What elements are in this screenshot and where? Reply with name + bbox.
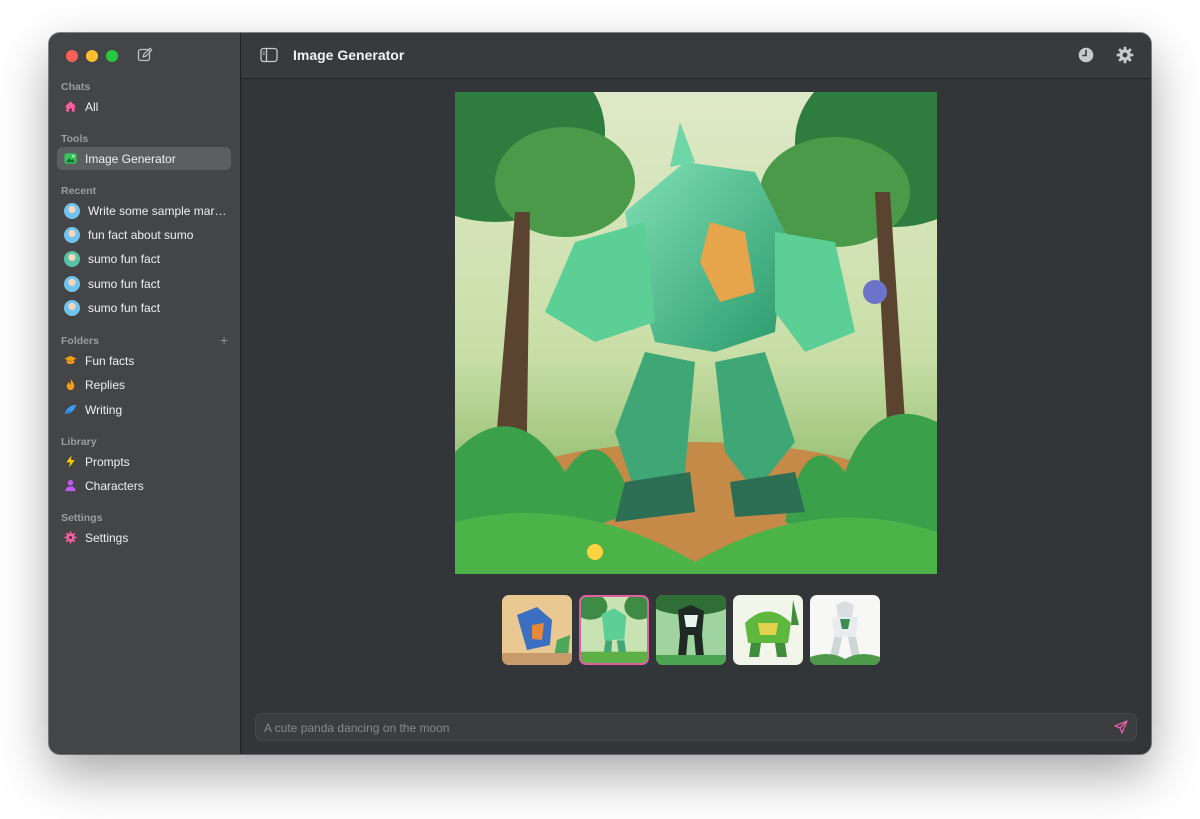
folder-item-writing[interactable]: Writing [57, 398, 231, 421]
close-window-button[interactable] [66, 50, 78, 62]
thumbnail-2[interactable] [579, 595, 649, 665]
folder-label: Replies [85, 377, 126, 392]
generated-image [455, 92, 937, 574]
home-icon [64, 100, 77, 113]
gear-icon [64, 531, 77, 544]
sidebar-item-settings[interactable]: Settings [57, 526, 231, 549]
thumbnail-1[interactable] [502, 595, 572, 665]
section-title-folders: Folders [61, 335, 99, 347]
section-title-library: Library [61, 436, 97, 448]
library-label: Prompts [85, 454, 130, 469]
recent-chat-label: sumo fun fact [88, 300, 161, 315]
thumbnail-4[interactable] [733, 595, 803, 665]
section-title-chats: Chats [61, 81, 91, 93]
recent-chat-item[interactable]: fun fact about sumo [57, 223, 231, 246]
folder-label: Writing [85, 402, 123, 417]
library-item-characters[interactable]: Characters [57, 474, 231, 497]
graduation-cap-icon [64, 354, 77, 367]
folder-item-fun-facts[interactable]: Fun facts [57, 349, 231, 372]
recent-chat-label: sumo fun fact [88, 251, 161, 266]
chat-avatar [64, 250, 80, 267]
flame-icon [64, 378, 77, 391]
main-panel: Image Generator [241, 33, 1151, 754]
send-icon[interactable] [1114, 720, 1128, 734]
folder-item-replies[interactable]: Replies [57, 373, 231, 396]
library-label: Characters [85, 478, 144, 493]
section-title-recent: Recent [61, 185, 97, 197]
thumbnail-3[interactable] [656, 595, 726, 665]
app-window: Chats All Tools Image Generator Recent W… [49, 33, 1151, 754]
recent-chat-label: fun fact about sumo [88, 227, 194, 242]
page-title: Image Generator [293, 47, 405, 63]
prompt-composer [255, 713, 1137, 742]
new-chat-icon[interactable] [137, 47, 153, 63]
minimize-window-button[interactable] [86, 50, 98, 62]
history-icon[interactable] [1078, 47, 1094, 63]
library-item-prompts[interactable]: Prompts [57, 450, 231, 473]
settings-gear-icon[interactable] [1116, 46, 1134, 64]
window-controls [66, 50, 118, 62]
recent-chat-item[interactable]: sumo fun fact [57, 296, 231, 319]
recent-chat-label: sumo fun fact [88, 276, 161, 291]
toolbar: Image Generator [241, 33, 1151, 79]
sidebar-item-label: All [85, 99, 99, 114]
sidebar-item-image-generator[interactable]: Image Generator [57, 147, 231, 170]
sidebar: Chats All Tools Image Generator Recent W… [49, 33, 241, 754]
recent-chat-label: Write some sample mark… [88, 203, 231, 218]
chat-avatar [64, 202, 80, 219]
recent-chat-item[interactable]: Write some sample mark… [57, 199, 231, 222]
thumbnail-strip [502, 595, 880, 665]
sidebar-item-label: Image Generator [85, 151, 176, 166]
feather-icon [64, 403, 77, 416]
prompt-input[interactable] [256, 714, 1106, 742]
folder-label: Fun facts [85, 353, 135, 368]
sidebar-item-all[interactable]: All [57, 95, 231, 118]
thumbnail-5[interactable] [810, 595, 880, 665]
chat-avatar [64, 275, 80, 292]
chat-avatar [64, 226, 80, 243]
zoom-window-button[interactable] [106, 50, 118, 62]
sidebar-toggle-icon[interactable] [260, 47, 278, 63]
recent-chat-item[interactable]: sumo fun fact [57, 272, 231, 295]
section-title-settings: Settings [61, 512, 103, 524]
sidebar-item-label: Settings [85, 530, 129, 545]
add-folder-button[interactable]: + [220, 333, 228, 347]
section-title-tools: Tools [61, 133, 89, 145]
chat-avatar [64, 299, 80, 316]
image-icon [64, 152, 77, 165]
person-icon [64, 479, 77, 492]
recent-chat-item[interactable]: sumo fun fact [57, 247, 231, 270]
bolt-icon [64, 455, 77, 468]
